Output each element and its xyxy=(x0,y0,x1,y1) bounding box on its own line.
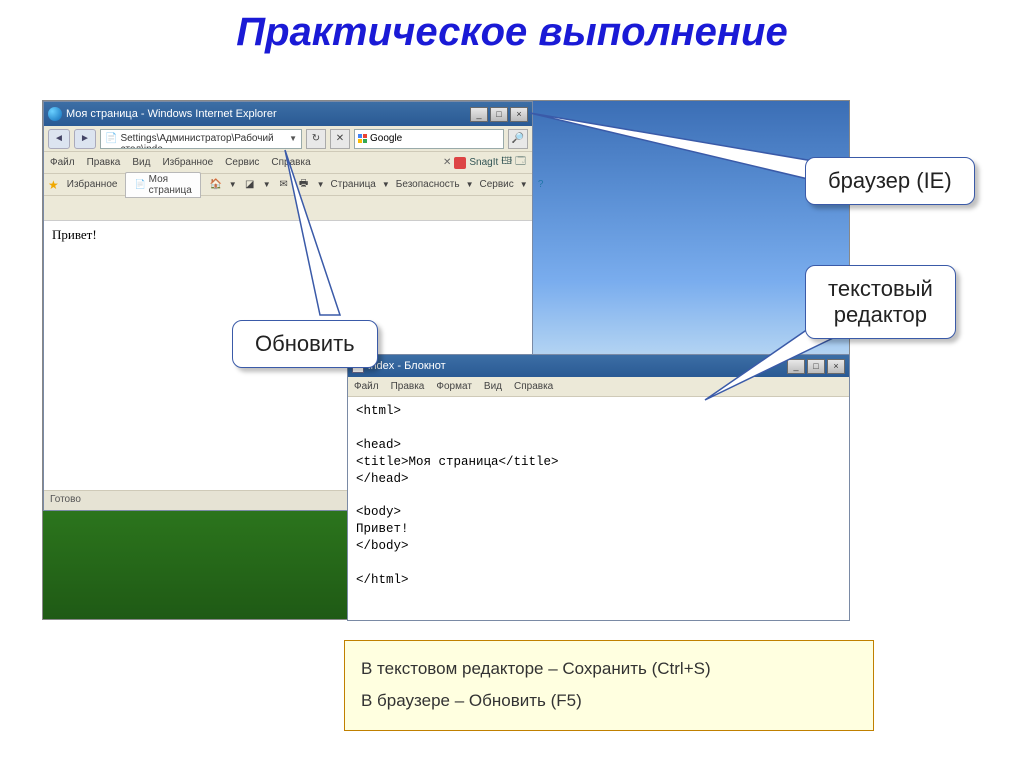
menu-edit[interactable]: Правка xyxy=(87,157,121,168)
snagit-addon[interactable]: ✕ SnagIt 🖽 🗔 xyxy=(443,154,526,171)
callout-refresh: Обновить xyxy=(232,320,378,368)
slide-title: Практическое выполнение xyxy=(0,10,1024,55)
home-icon[interactable]: 🏠 xyxy=(209,178,223,192)
notepad-title-text: index - Блокнот xyxy=(368,360,446,372)
ie-title-text: Моя страница - Windows Internet Explorer xyxy=(66,108,277,120)
menu-favorites[interactable]: Избранное xyxy=(162,157,213,168)
google-icon xyxy=(358,134,368,144)
favorites-star-icon[interactable]: ★ xyxy=(48,178,59,192)
tab-page-icon: 📄 xyxy=(134,179,145,190)
callout-browser-pointer xyxy=(525,108,835,198)
notepad-content[interactable]: <html> <head> <title>Моя страница</title… xyxy=(348,397,849,595)
callout-refresh-pointer xyxy=(275,145,375,335)
address-dropdown[interactable]: ▼ xyxy=(289,134,297,143)
instruction-box: В текстовом редакторе – Сохранить (Ctrl+… xyxy=(344,640,874,731)
ie-page-icon: 📄 xyxy=(105,133,117,144)
np-menu-format[interactable]: Формат xyxy=(436,381,472,392)
callout-browser: браузер (IE) xyxy=(805,157,975,205)
search-provider: Google xyxy=(370,133,402,144)
snagit-ext1-icon[interactable]: 🖽 xyxy=(501,154,512,171)
callout-editor: текстовый редактор xyxy=(805,265,956,339)
ie-tab[interactable]: 📄 Моя страница xyxy=(125,172,200,198)
address-bar[interactable]: 📄 C:\Documents and Settings\Администрато… xyxy=(100,129,302,149)
ie-titlebar[interactable]: Моя страница - Windows Internet Explorer… xyxy=(44,102,532,126)
snagit-label: SnagIt xyxy=(469,157,498,168)
instruction-line-1: В текстовом редакторе – Сохранить (Ctrl+… xyxy=(361,653,857,685)
toolbar-service[interactable]: Сервис xyxy=(480,179,514,190)
maximize-button[interactable]: □ xyxy=(490,107,508,122)
menu-service[interactable]: Сервис xyxy=(225,157,259,168)
ie-icon xyxy=(48,107,62,121)
forward-button[interactable]: ► xyxy=(74,129,96,149)
search-box[interactable]: Google xyxy=(354,129,504,149)
np-menu-view[interactable]: Вид xyxy=(484,381,502,392)
np-menu-edit[interactable]: Правка xyxy=(391,381,425,392)
feeds-icon[interactable]: ◪ xyxy=(243,178,257,192)
menu-file[interactable]: Файл xyxy=(50,157,75,168)
address-text: C:\Documents and Settings\Администратор\… xyxy=(120,129,286,149)
np-menu-file[interactable]: Файл xyxy=(354,381,379,392)
menu-view[interactable]: Вид xyxy=(132,157,150,168)
favorites-label[interactable]: Избранное xyxy=(67,179,118,190)
instruction-line-2: В браузере – Обновить (F5) xyxy=(361,685,857,717)
toolbar-security[interactable]: Безопасность xyxy=(396,179,460,190)
snagit-icon xyxy=(454,157,466,169)
np-menu-help[interactable]: Справка xyxy=(514,381,553,392)
minimize-button[interactable]: _ xyxy=(470,107,488,122)
back-button[interactable]: ◄ xyxy=(48,129,70,149)
tab-title: Моя страница xyxy=(149,174,192,196)
